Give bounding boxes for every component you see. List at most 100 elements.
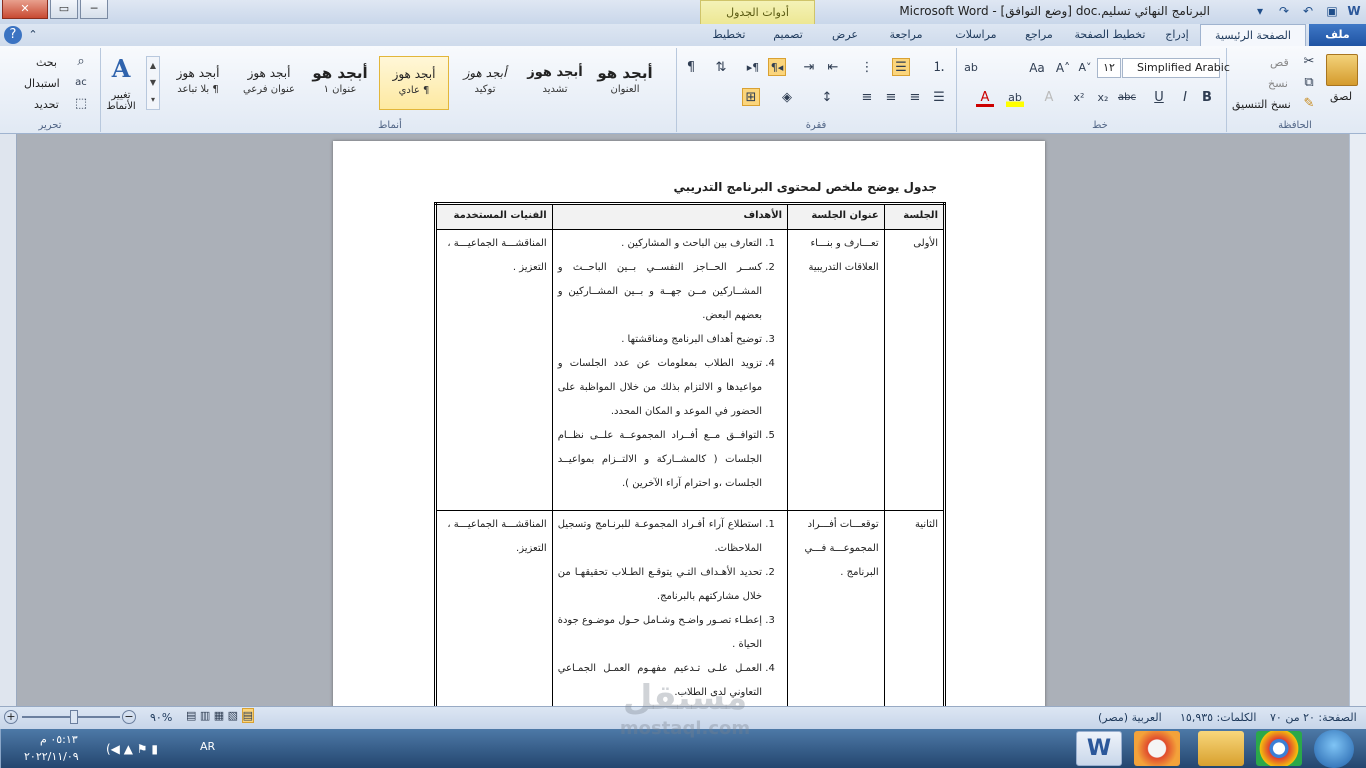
close-window-button[interactable]: ✕ bbox=[2, 0, 48, 19]
cell-session[interactable]: الأولى bbox=[883, 229, 946, 511]
cell-goals[interactable]: استطلاع آراء أفـراد المجموعـة للبرنـامج … bbox=[551, 510, 789, 709]
replace-button[interactable]: استبدال bbox=[24, 77, 60, 90]
borders-icon[interactable]: ⊞ bbox=[742, 88, 760, 106]
font-color-icon[interactable]: A bbox=[976, 89, 994, 107]
increase-indent-icon[interactable]: ⇥ bbox=[800, 59, 818, 77]
show-marks-icon[interactable]: ¶ bbox=[682, 59, 700, 77]
tab-view[interactable]: عرض bbox=[820, 24, 870, 46]
style-emphasis[interactable]: أبجد هوز توكيد bbox=[450, 56, 520, 110]
view-mode-buttons[interactable]: ▤ ▥ ▦ ▧ ▤ bbox=[186, 708, 276, 725]
vertical-scrollbar[interactable] bbox=[1349, 134, 1366, 706]
line-spacing-icon[interactable]: ↕ bbox=[818, 89, 836, 107]
format-painter-icon[interactable]: ✎ bbox=[1300, 95, 1318, 113]
start-button[interactable] bbox=[1314, 730, 1354, 768]
text-effects-icon[interactable]: A bbox=[1040, 89, 1058, 107]
clock-time[interactable]: ٠٥:١٣ م bbox=[40, 733, 78, 746]
show-desktop-button[interactable] bbox=[0, 729, 12, 768]
superscript-icon[interactable]: x² bbox=[1070, 89, 1088, 107]
cut-icon[interactable]: ✂ bbox=[1300, 53, 1318, 71]
tab-review[interactable]: مراجعة bbox=[874, 24, 938, 46]
undo-icon[interactable]: ↶ bbox=[1300, 3, 1316, 19]
italic-icon[interactable]: I bbox=[1176, 89, 1194, 107]
sort-icon[interactable]: ⇅ bbox=[712, 59, 730, 77]
copy-icon[interactable]: ⧉ bbox=[1300, 74, 1318, 92]
multilevel-list-icon[interactable]: ⋮ bbox=[858, 59, 876, 77]
underline-icon[interactable]: U bbox=[1150, 89, 1168, 107]
rtl-direction-icon[interactable]: ¶◂ bbox=[768, 58, 786, 76]
cell-session[interactable]: الثانية bbox=[883, 510, 946, 709]
help-icon[interactable]: ? bbox=[4, 26, 22, 44]
select-icon[interactable]: ⬚ bbox=[72, 95, 90, 113]
find-icon[interactable]: ⌕ bbox=[72, 53, 90, 71]
cell-goals[interactable]: التعارف بين الباحث و المشاركين . كســر ا… bbox=[551, 229, 789, 511]
style-normal[interactable]: أبجد هوز ¶ عادي bbox=[379, 56, 449, 110]
zoom-slider-thumb[interactable] bbox=[70, 710, 78, 724]
tab-mailings[interactable]: مراسلات bbox=[942, 24, 1010, 46]
zoom-in-button[interactable]: + bbox=[4, 710, 18, 724]
tab-references[interactable]: مراجع bbox=[1014, 24, 1064, 46]
collapse-ribbon-icon[interactable]: ⌃ bbox=[26, 24, 40, 46]
subscript-icon[interactable]: x₂ bbox=[1094, 89, 1112, 107]
change-case-icon[interactable]: Aa bbox=[1028, 59, 1046, 77]
style-no-spacing[interactable]: أبجد هوز ¶ بلا تباعد bbox=[163, 56, 233, 110]
change-styles-button[interactable]: تغيير الأنماط bbox=[102, 90, 140, 112]
replace-icon[interactable]: ac bbox=[72, 74, 90, 92]
tab-page-layout[interactable]: تخطيط الصفحة bbox=[1068, 24, 1152, 46]
cell-session-title[interactable]: تعـــارف و بنـــاء العلاقات التدريبية bbox=[787, 229, 885, 511]
style-strong[interactable]: أبجد هوز تشديد bbox=[520, 56, 590, 110]
zoom-out-button[interactable]: − bbox=[122, 710, 136, 724]
justify-icon[interactable]: ☰ bbox=[930, 89, 948, 107]
style-subtitle[interactable]: أبجد هوز عنوان فرعي bbox=[234, 56, 304, 110]
style-heading-1[interactable]: أبجد هو عنوان ١ bbox=[305, 56, 375, 110]
clear-formatting-icon[interactable]: ab bbox=[962, 59, 980, 77]
bold-icon[interactable]: B bbox=[1198, 89, 1216, 107]
input-language-indicator[interactable]: AR bbox=[200, 740, 215, 753]
tab-home[interactable]: الصفحة الرئيسية bbox=[1200, 24, 1306, 47]
shading-icon[interactable]: ◈ bbox=[778, 89, 796, 107]
change-styles-icon[interactable]: A bbox=[104, 54, 138, 84]
grow-font-icon[interactable]: A˄ bbox=[1054, 59, 1072, 77]
copy-button[interactable]: نسخ bbox=[1268, 77, 1288, 90]
clock-date[interactable]: ٢٠٢٢/١١/٠٩ bbox=[24, 750, 79, 763]
cut-button[interactable]: قص bbox=[1270, 56, 1289, 69]
qat-customize-icon[interactable]: ▾ bbox=[1252, 3, 1268, 19]
align-left-icon[interactable]: ≡ bbox=[858, 89, 876, 107]
chrome-taskbar-icon[interactable] bbox=[1256, 731, 1302, 766]
explorer-taskbar-icon[interactable] bbox=[1198, 731, 1244, 766]
styles-scroll-arrows[interactable]: ▲ ▼ ▾ bbox=[146, 56, 160, 110]
word-taskbar-icon[interactable]: W bbox=[1076, 731, 1122, 766]
language-indicator[interactable]: العربية (مصر) bbox=[1098, 711, 1162, 724]
select-button[interactable]: تحديد bbox=[34, 98, 59, 111]
highlight-color-icon[interactable]: ab bbox=[1006, 89, 1024, 107]
paste-icon[interactable] bbox=[1326, 54, 1358, 86]
align-center-icon[interactable]: ≡ bbox=[882, 89, 900, 107]
program-summary-table[interactable]: الجلسة عنوان الجلسة الأهداف الفنيات المس… bbox=[434, 202, 946, 710]
align-right-icon[interactable]: ≡ bbox=[906, 89, 924, 107]
font-size-combo[interactable]: ١٢ bbox=[1097, 58, 1121, 78]
save-icon[interactable]: ▣ bbox=[1324, 3, 1340, 19]
cell-techniques[interactable]: المناقشـــة الجماعيـــة ، التعزيز . bbox=[435, 229, 553, 511]
minimize-window-button[interactable]: ─ bbox=[80, 0, 108, 19]
ltr-direction-icon[interactable]: ▸¶ bbox=[744, 59, 762, 77]
shrink-font-icon[interactable]: A˅ bbox=[1076, 59, 1094, 77]
find-button[interactable]: بحث bbox=[36, 56, 57, 69]
paste-button[interactable]: لصق bbox=[1330, 90, 1352, 103]
zoom-level[interactable]: %٩٠ bbox=[150, 711, 172, 724]
app-taskbar-icon[interactable] bbox=[1134, 731, 1180, 766]
cell-techniques[interactable]: المناقشـــة الجماعيـــة ، التعزيز. bbox=[435, 510, 553, 709]
strikethrough-icon[interactable]: abc bbox=[1118, 89, 1136, 107]
format-painter-button[interactable]: نسخ التنسيق bbox=[1232, 98, 1291, 111]
tab-table-layout[interactable]: تخطيط bbox=[702, 24, 756, 46]
tray-icons[interactable]: ▮ ⚑ ▲ ◀) bbox=[106, 742, 158, 756]
page-count[interactable]: الصفحة: ٢٠ من ٧٠ bbox=[1270, 711, 1357, 724]
tab-file[interactable]: ملف bbox=[1309, 24, 1366, 46]
maximize-window-button[interactable]: ▭ bbox=[50, 0, 78, 19]
redo-icon[interactable]: ↷ bbox=[1276, 3, 1292, 19]
vertical-ruler[interactable] bbox=[0, 134, 17, 706]
tab-insert[interactable]: إدراج bbox=[1156, 24, 1198, 46]
word-count[interactable]: الكلمات: ١٥,٩٣٥ bbox=[1180, 711, 1256, 724]
style-title[interactable]: أبجد هو العنوان bbox=[590, 56, 660, 110]
cell-session-title[interactable]: توقعـــات أفـــراد المجموعـــة فـــي الب… bbox=[787, 510, 885, 709]
decrease-indent-icon[interactable]: ⇤ bbox=[824, 59, 842, 77]
tab-table-design[interactable]: تصميم bbox=[760, 24, 816, 46]
